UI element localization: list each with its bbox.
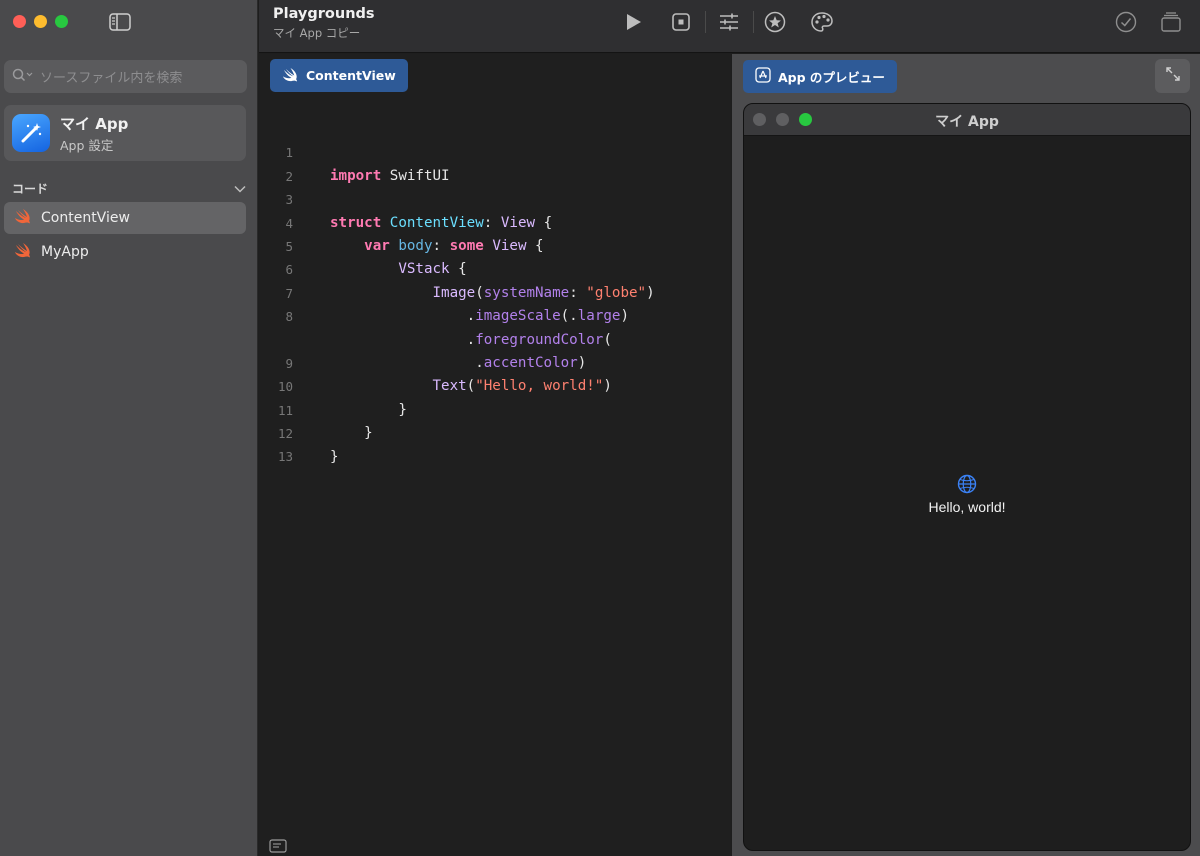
- star-icon[interactable]: [761, 9, 789, 35]
- app-icon: [12, 114, 50, 152]
- hello-text: Hello, world!: [928, 499, 1006, 515]
- stop-icon[interactable]: [667, 9, 695, 35]
- swift-icon: [14, 242, 32, 262]
- sidebar-item-contentview[interactable]: ContentView: [4, 202, 246, 234]
- code-line: 9 Text("Hello, world!"): [259, 329, 731, 394]
- console-icon[interactable]: [269, 838, 287, 853]
- sidebar-toggle-icon[interactable]: [108, 12, 132, 32]
- expand-preview-button[interactable]: [1155, 59, 1190, 93]
- chevron-down-icon[interactable]: [234, 182, 246, 196]
- play-icon[interactable]: [619, 9, 647, 35]
- code-line: 5 VStack {: [259, 212, 731, 277]
- code-line: 13: [259, 422, 731, 464]
- code-line: 3 struct ContentView: View {: [259, 165, 731, 230]
- tab-contentview[interactable]: ContentView: [270, 59, 408, 92]
- code-area[interactable]: 1 import SwiftUI 2 3 struct ContentView:…: [259, 118, 731, 464]
- code-editor[interactable]: ContentView 1 import SwiftUI 2 3 struct …: [259, 54, 731, 856]
- app-name: マイ App: [60, 114, 129, 133]
- toolbar: Playgrounds マイ App コピー: [259, 0, 1200, 53]
- swift-icon: [14, 208, 32, 228]
- code-line: 11 }: [259, 375, 731, 441]
- preview-content: Hello, world!: [744, 474, 1190, 515]
- minimize-window-button[interactable]: [34, 15, 47, 28]
- app-subtitle: App 設定: [60, 137, 114, 153]
- search-icon: [12, 67, 34, 86]
- preview-titlebar: マイ App: [744, 104, 1190, 136]
- code-line: 8 .foregroundColor(: [259, 282, 731, 347]
- app-settings-item[interactable]: マイ App App 設定: [4, 105, 246, 161]
- app-preview-button[interactable]: App のプレビュー: [743, 60, 897, 93]
- app-preview-label: App のプレビュー: [778, 70, 885, 85]
- tab-label: ContentView: [306, 68, 396, 83]
- code-line: .accentColor): [475, 354, 587, 371]
- app-store-icon: [755, 67, 771, 86]
- preview-window-title: マイ App: [935, 114, 999, 130]
- window-controls: [13, 15, 68, 28]
- palette-icon[interactable]: [808, 9, 836, 35]
- window-subtitle: マイ App コピー: [273, 26, 361, 40]
- swift-icon: [282, 67, 299, 85]
- globe-icon: [957, 474, 977, 494]
- preview-window: マイ App Hello, world!: [743, 103, 1191, 851]
- preview-pane: App のプレビュー マイ App Hello, world!: [732, 54, 1200, 856]
- code-line: 12 }: [259, 399, 731, 464]
- code-line: 7 .imageScale(.large): [259, 258, 731, 324]
- code-line: 1 import SwiftUI: [259, 118, 731, 183]
- code-section-header[interactable]: コード: [12, 180, 246, 197]
- line-number: 13: [277, 449, 293, 465]
- sidebar-item-label: MyApp: [41, 244, 89, 260]
- sidebar: ソースファイル内を検索 マイ App App 設定 コード ContentVie…: [0, 0, 258, 856]
- expand-icon: [1165, 66, 1181, 86]
- code-line: 2: [259, 141, 731, 184]
- search-input[interactable]: ソースファイル内を検索: [4, 60, 247, 93]
- stack-icon[interactable]: [1157, 9, 1185, 35]
- code-line: 6 Image(systemName: "globe"): [259, 235, 731, 300]
- code-line: 4 var body: some View {: [259, 188, 731, 254]
- section-label: コード: [12, 182, 49, 196]
- close-window-button[interactable]: [13, 15, 26, 28]
- window-title: Playgrounds: [273, 6, 375, 22]
- sliders-icon[interactable]: [715, 9, 743, 35]
- sidebar-item-myapp[interactable]: MyApp: [4, 236, 246, 268]
- checkmark-icon[interactable]: [1112, 9, 1140, 35]
- search-placeholder: ソースファイル内を検索: [40, 71, 183, 86]
- zoom-window-button[interactable]: [55, 15, 68, 28]
- sidebar-item-label: ContentView: [41, 210, 130, 226]
- code-line: 10 }: [259, 352, 731, 417]
